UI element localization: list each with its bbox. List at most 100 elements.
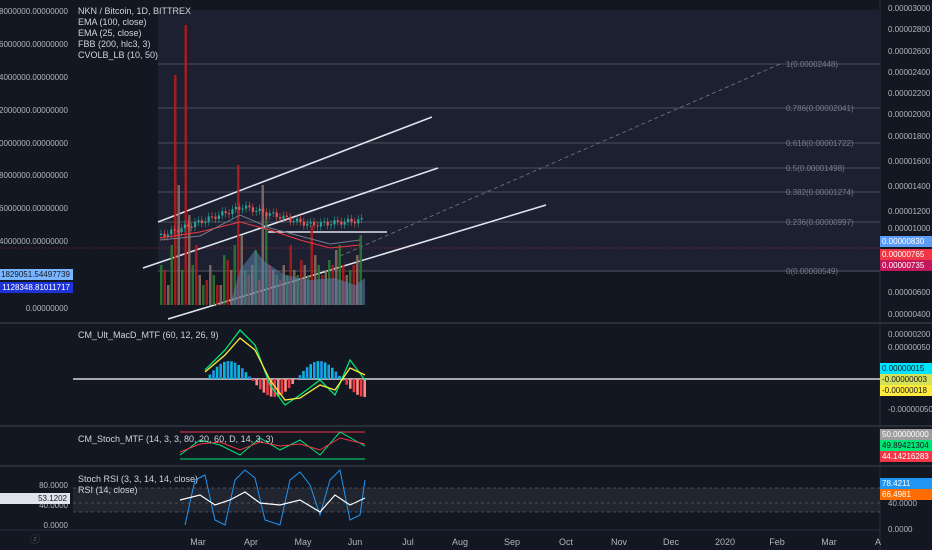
candle-body [190,226,193,228]
candle-body [306,223,309,226]
candle-body [217,215,220,219]
candle-body [302,221,305,226]
volume-bar [184,25,187,305]
macd-histogram-bar [320,361,323,379]
candle-body [258,208,261,212]
macd-histogram-bar [331,367,334,379]
stoch-legend[interactable]: CM_Stoch_MTF (14, 3, 3, 80, 20, 60, D, 1… [78,434,274,445]
fib-label: 0.786(0.00002041) [786,104,854,113]
candle-body [316,225,319,227]
volume-bar [170,245,173,305]
right-axis-label: 0.00002000 [888,110,931,119]
macd-tag-2: -0.00000003 [880,374,932,385]
macd-tag-1: 0.00000015 [880,363,932,374]
macd-histogram-bar [219,363,222,379]
candle-body [309,222,312,224]
macd-histogram-bar [223,361,226,379]
macd-histogram-bar [309,364,312,379]
price-tag-blue: 0.00000830 [880,236,932,247]
candle-body [160,233,163,235]
macd-histogram-bar [251,379,255,381]
candle-body [183,224,186,229]
candle-body [262,208,265,213]
macd-histogram-bar [208,374,212,379]
stoch-tag-1: 50.00000000 [880,429,932,440]
left-axis-label: 8000000.00000000 [0,171,69,180]
time-axis-label: Jul [402,537,414,547]
macd-histogram-bar [287,379,291,389]
right-axis-label: 0.00003000 [888,4,931,13]
macd-histogram-bar [359,379,363,397]
rsi-legend[interactable]: Stoch RSI (3, 3, 14, 14, close) RSI (14,… [78,474,198,496]
macd-histogram-bar [241,368,244,379]
macd-histogram-bar [345,379,348,385]
time-axis-label: May [294,537,312,547]
macd-histogram-bar [259,379,262,390]
indicator-ema-25[interactable]: EMA (25, close) [78,28,191,39]
pane-separator[interactable] [0,465,932,467]
left-axis-label: 6000000.00000000 [0,204,69,213]
candle-body [200,220,203,224]
left-axis-label: 0.00000000 [26,304,69,313]
candle-body [323,221,326,223]
macd-histogram-bar [277,379,280,397]
candle-body [357,219,360,224]
candle-body [272,212,275,214]
macd-histogram-bar [248,376,251,379]
volume-bar [198,275,201,305]
right-axis-label: 0.00002200 [888,89,931,98]
candle-body [292,221,295,223]
right-axis-label: 0.00001600 [888,157,931,166]
stoch-rsi-legend-text: Stoch RSI (3, 3, 14, 14, close) [78,474,199,484]
candle-body [350,218,353,222]
right-axis-label: 0.00000600 [888,288,931,297]
candle-body [194,222,197,228]
right-axis-label: 0.00001200 [888,207,931,216]
right-axis-label: 0.00002400 [888,68,931,77]
pane-separator[interactable] [0,322,932,324]
indicator-cvolb[interactable]: CVOLB_LB (10, 50) [78,50,191,61]
right-axis-label: 0.00001000 [888,224,931,233]
volume-bar [226,260,229,305]
macd-histogram-bar [230,361,233,379]
candle-body [245,205,248,209]
right-axis-label: 0.00002800 [888,25,931,34]
candle-body [221,211,224,216]
time-axis-label: Apr [244,537,258,547]
rsi-axis-label: 40.0000 [888,499,917,508]
macd-tag-3: -0.00000018 [880,385,932,396]
candle-body [340,221,343,225]
indicator-fbb[interactable]: FBB (200, hlc3, 3) [78,39,191,50]
volume-bar [163,270,166,305]
volume-bar [177,185,180,305]
macd-legend[interactable]: CM_Ult_MacD_MTF (60, 12, 26, 9) [78,330,219,341]
volume-bar [205,280,208,305]
volume-bar [212,275,215,305]
candle-body [173,229,176,231]
candle-body [204,221,207,224]
candle-body [360,218,363,220]
volume-tag-dark: 1128348.81011717 [0,282,73,293]
main-legend: NKN / Bitcoin, 1D, BITTREX EMA (100, clo… [78,6,191,61]
macd-histogram-bar [352,379,356,393]
candle-body [299,218,302,222]
left-axis-label: 10000000.00000000 [0,139,69,148]
candle-body [214,216,217,219]
left-axis-label: 18000000.00000000 [0,7,69,16]
tradingview-logo-icon[interactable]: ⓩ [28,535,42,547]
macd-histogram-bar [298,375,302,379]
macd-histogram-bar [262,379,266,393]
pane-separator[interactable] [0,425,932,427]
candle-body [187,224,190,227]
volume-bar [181,270,184,305]
symbol-title[interactable]: NKN / Bitcoin, 1D, BITTREX [78,6,191,17]
rsi-left-tag: 53.1202 [0,493,70,504]
macd-legend-text: CM_Ult_MacD_MTF (60, 12, 26, 9) [78,330,219,340]
chart-canvas[interactable]: 0.00003000 0.00002800 0.00002600 0.00002400… [0,0,932,550]
indicator-ema-100[interactable]: EMA (100, close) [78,17,191,28]
fib-label: 0.236(0.00000997) [786,218,854,227]
macd-histogram-bar [226,361,230,379]
macd-histogram-bar [255,379,258,386]
candle-body [255,211,258,213]
rsi-left-axis-label: 0.0000 [44,521,69,530]
